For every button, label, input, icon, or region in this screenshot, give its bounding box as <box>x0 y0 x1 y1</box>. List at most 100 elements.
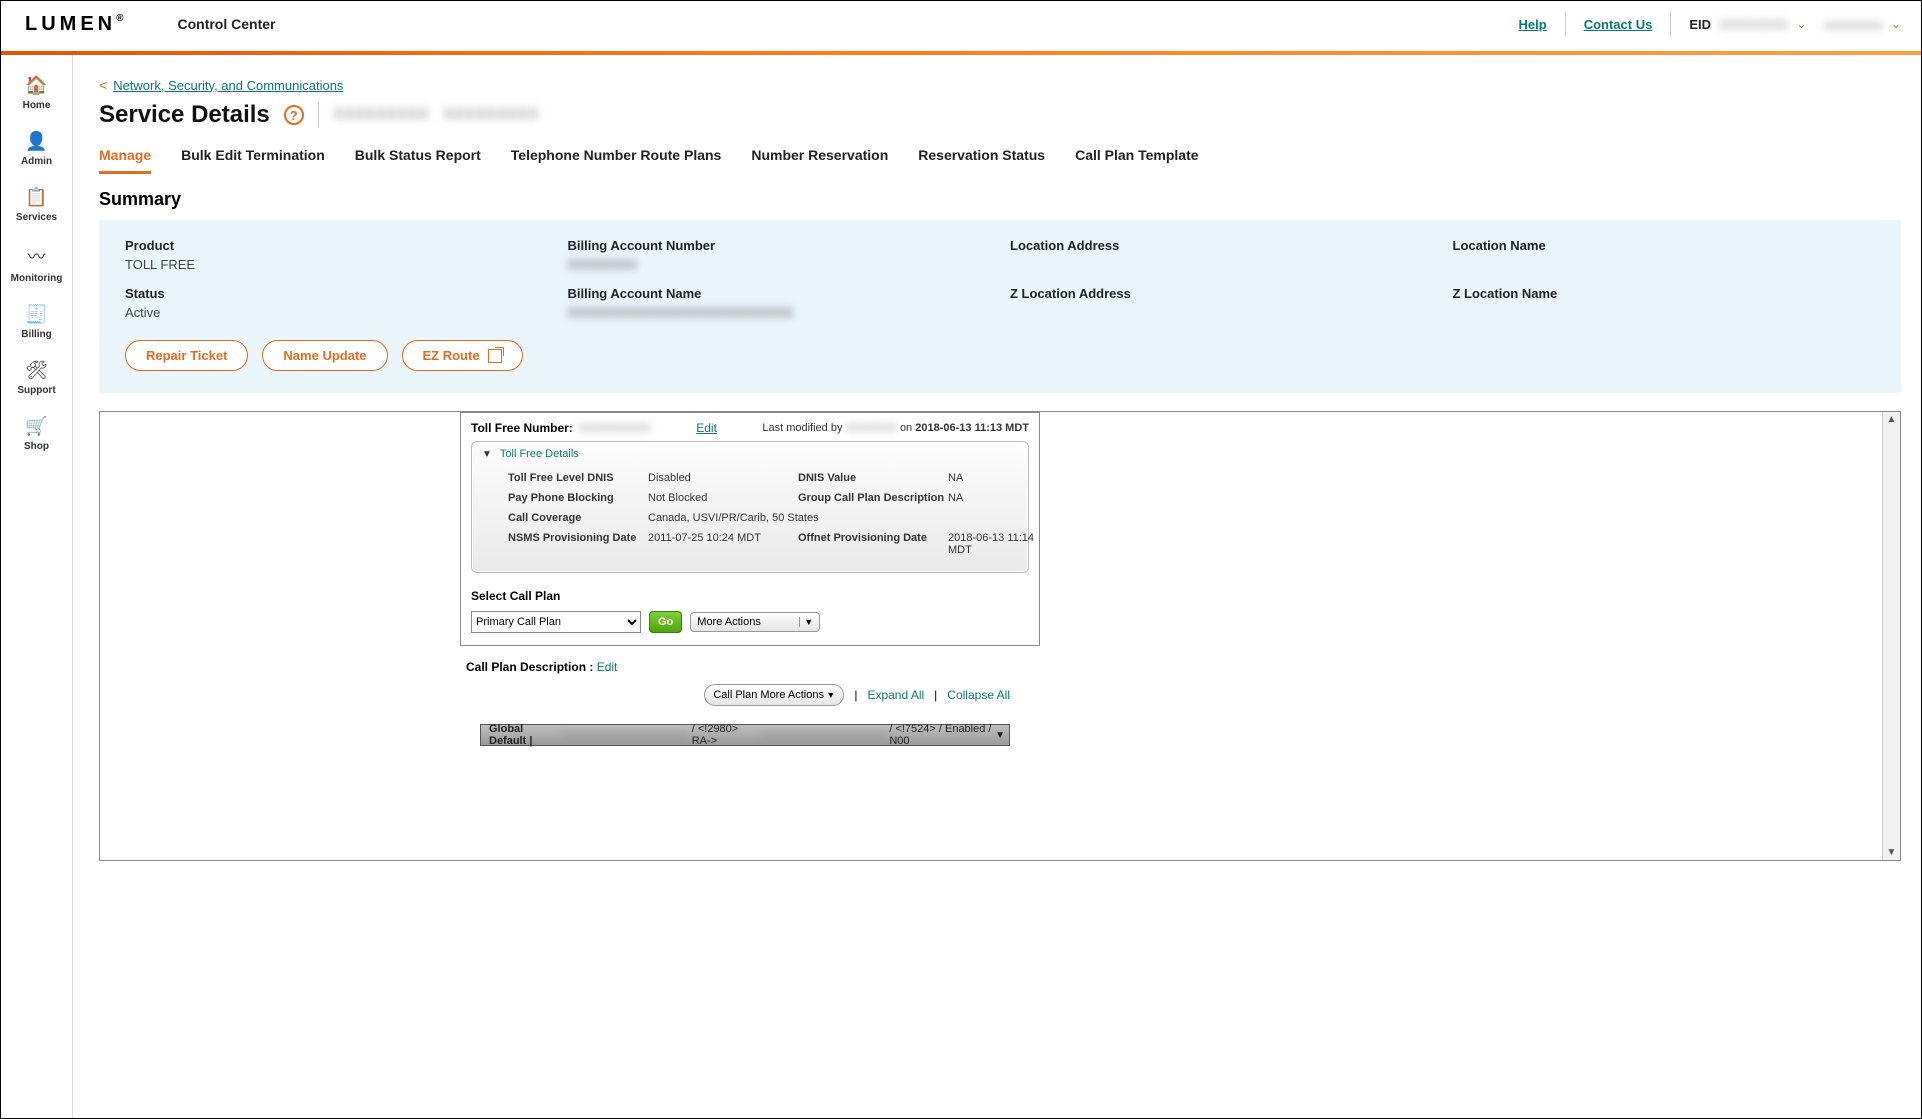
ez-route-button[interactable]: EZ Route <box>402 340 523 371</box>
lastmod-user: XXXXXXX <box>846 422 897 434</box>
field-value: XXXXXXXXXXXXXXXXXXXXXXXXXX <box>568 305 991 320</box>
field-label: Pay Phone Blocking <box>508 492 648 504</box>
field-label: Group Call Plan Description <box>798 492 948 504</box>
sidebar-item-label: Shop <box>24 441 49 452</box>
sidebar-item-monitoring[interactable]: 〰Monitoring <box>7 237 67 290</box>
chevron-down-icon: ▼ <box>799 617 813 627</box>
pipe-divider: | <box>934 688 937 702</box>
scroll-up-icon[interactable]: ▲ <box>1887 412 1897 427</box>
home-icon: 🏠 <box>25 75 47 96</box>
field-label: Call Coverage <box>508 512 648 524</box>
call-plan-description-edit[interactable]: Edit <box>597 660 618 674</box>
call-plan-more-actions-dropdown[interactable]: Call Plan More Actions ▼ <box>704 684 844 706</box>
global-default-blur1: XXXXXXXXXXXXXXXXX <box>564 729 689 741</box>
back-icon[interactable]: < <box>99 77 107 93</box>
pipe-divider: | <box>854 688 857 702</box>
global-default-mid2: / <!7524> / Enabled / N00 <box>889 723 1001 747</box>
field-value: NA <box>948 472 1048 484</box>
tab-manage[interactable]: Manage <box>99 147 151 174</box>
support-icon: 🛠 <box>25 360 48 381</box>
help-link[interactable]: Help <box>1519 17 1547 32</box>
eid-dropdown[interactable]: EID XXXXXXXX ⌄ <box>1689 17 1806 32</box>
toll-free-details-toggle[interactable]: ▼ Toll Free Details <box>472 442 1028 466</box>
sidebar-item-home[interactable]: 🏠 Home <box>7 69 67 117</box>
tab-bulk-status-report[interactable]: Bulk Status Report <box>355 147 481 174</box>
product-name: Control Center <box>177 16 275 32</box>
sidebar-item-label: Admin <box>21 156 52 167</box>
global-default-prefix: Global Default | <box>489 723 561 747</box>
field-label: Location Address <box>1010 238 1433 253</box>
lastmod-mid: on <box>900 422 912 434</box>
name-update-button[interactable]: Name Update <box>262 340 387 371</box>
tab-number-reservation[interactable]: Number Reservation <box>751 147 888 174</box>
chevron-down-icon: ⌄ <box>1796 17 1806 31</box>
field-value: Canada, USVI/PR/Carib, 50 States <box>648 512 1048 524</box>
tab-bar: Manage Bulk Edit Termination Bulk Status… <box>99 147 1901 175</box>
sidebar-item-services[interactable]: 📋Services <box>7 181 67 229</box>
call-plan-select[interactable]: Primary Call Plan <box>471 611 641 633</box>
field-value: 2011-07-25 10:24 MDT <box>648 532 798 556</box>
call-plan-actions-row: Call Plan More Actions ▼ | Expand All | … <box>460 684 1040 706</box>
sidebar-item-admin[interactable]: 👤 Admin <box>7 125 67 173</box>
sidebar-item-label: Home <box>23 100 51 111</box>
toll-free-header-left: Toll Free Number: XXXXXXXXX <box>471 421 651 435</box>
ez-route-label: EZ Route <box>423 348 480 363</box>
sidebar-item-label: Billing <box>21 329 52 340</box>
go-button[interactable]: Go <box>649 611 682 633</box>
contact-link[interactable]: Contact Us <box>1584 17 1653 32</box>
collapse-all-link[interactable]: Collapse All <box>947 688 1010 702</box>
tab-bulk-edit-termination[interactable]: Bulk Edit Termination <box>181 147 325 174</box>
toll-free-box: Toll Free Number: XXXXXXXXX Edit Last mo… <box>460 412 1040 646</box>
field-value: XXXXXXXX <box>568 257 991 272</box>
tab-call-plan-template[interactable]: Call Plan Template <box>1075 147 1198 174</box>
top-bar-left: LUMEN® Control Center <box>25 13 275 36</box>
summary-grid: ProductTOLL FREE Billing Account NumberX… <box>125 238 1875 320</box>
summary-location-name: Location Name <box>1453 238 1876 272</box>
summary-heading: Summary <box>99 189 1901 210</box>
eid-label: EID <box>1689 17 1711 32</box>
tab-tn-route-plans[interactable]: Telephone Number Route Plans <box>511 147 722 174</box>
breadcrumb-link[interactable]: Network, Security, and Communications <box>113 78 343 93</box>
sidebar-item-support[interactable]: 🛠Support <box>7 354 67 402</box>
help-icon[interactable]: ? <box>284 105 304 125</box>
summary-ban-name: Billing Account Name XXXXXXXXXXXXXXXXXXXX… <box>568 286 991 320</box>
field-label: Z Location Name <box>1453 286 1876 301</box>
more-actions-dropdown[interactable]: More Actions ▼ <box>690 612 820 632</box>
sidebar-item-billing[interactable]: 🧾Billing <box>7 298 67 346</box>
field-value: NA <box>948 492 1048 504</box>
field-label: Billing Account Number <box>568 238 991 253</box>
select-call-plan-controls: Primary Call Plan Go More Actions ▼ <box>471 611 1029 633</box>
sidebar-item-label: Monitoring <box>11 273 63 284</box>
chevron-down-icon: ▼ <box>995 730 1005 741</box>
select-call-plan-row: Select Call Plan Primary Call Plan Go Mo… <box>461 583 1039 645</box>
expand-all-link[interactable]: Expand All <box>867 688 924 702</box>
lastmod-ts: 2018-06-13 11:13 MDT <box>915 422 1029 434</box>
legacy-scrollbar[interactable]: ▲ ▼ <box>1882 412 1900 860</box>
user-icon: 👤 <box>25 131 47 152</box>
global-default-row[interactable]: Global Default | XXXXXXXXXXXXXXXXX / <!2… <box>480 724 1010 746</box>
sidebar-item-shop[interactable]: 🛒Shop <box>7 410 67 458</box>
summary-ban: Billing Account Number XXXXXXXX <box>568 238 991 272</box>
field-label: Status <box>125 286 548 301</box>
top-bar-right: Help Contact Us EID XXXXXXXX ⌄ xxxxxxxxx… <box>1519 12 1901 36</box>
summary-card: ProductTOLL FREE Billing Account NumberX… <box>99 220 1901 393</box>
tfn-edit-link[interactable]: Edit <box>696 421 717 435</box>
scroll-down-icon[interactable]: ▼ <box>1887 845 1897 860</box>
field-label: Billing Account Name <box>568 286 991 301</box>
call-plan-description-row: Call Plan Description : Edit <box>460 646 1040 684</box>
lastmod-prefix: Last modified by <box>762 422 842 434</box>
page-title-row: Service Details ? XXXXXXXXX XXXXXXXXX <box>99 101 1901 129</box>
topbar-divider <box>1565 12 1566 36</box>
field-value: TOLL FREE <box>125 257 548 272</box>
brand-logo-text: LUMEN <box>25 13 116 36</box>
summary-z-location-address: Z Location Address <box>1010 286 1433 320</box>
sidebar-item-label: Services <box>16 212 57 223</box>
chevron-down-icon: ⌄ <box>1891 17 1901 31</box>
tab-reservation-status[interactable]: Reservation Status <box>918 147 1045 174</box>
user-dropdown[interactable]: xxxxxxxxx ⌄ <box>1824 17 1901 32</box>
repair-ticket-button[interactable]: Repair Ticket <box>125 340 248 371</box>
toll-free-details-title: Toll Free Details <box>500 448 579 460</box>
legacy-inner: Toll Free Number: XXXXXXXXX Edit Last mo… <box>100 412 1900 746</box>
field-value: 2018-06-13 11:14 MDT <box>948 532 1048 556</box>
summary-location-address: Location Address <box>1010 238 1433 272</box>
